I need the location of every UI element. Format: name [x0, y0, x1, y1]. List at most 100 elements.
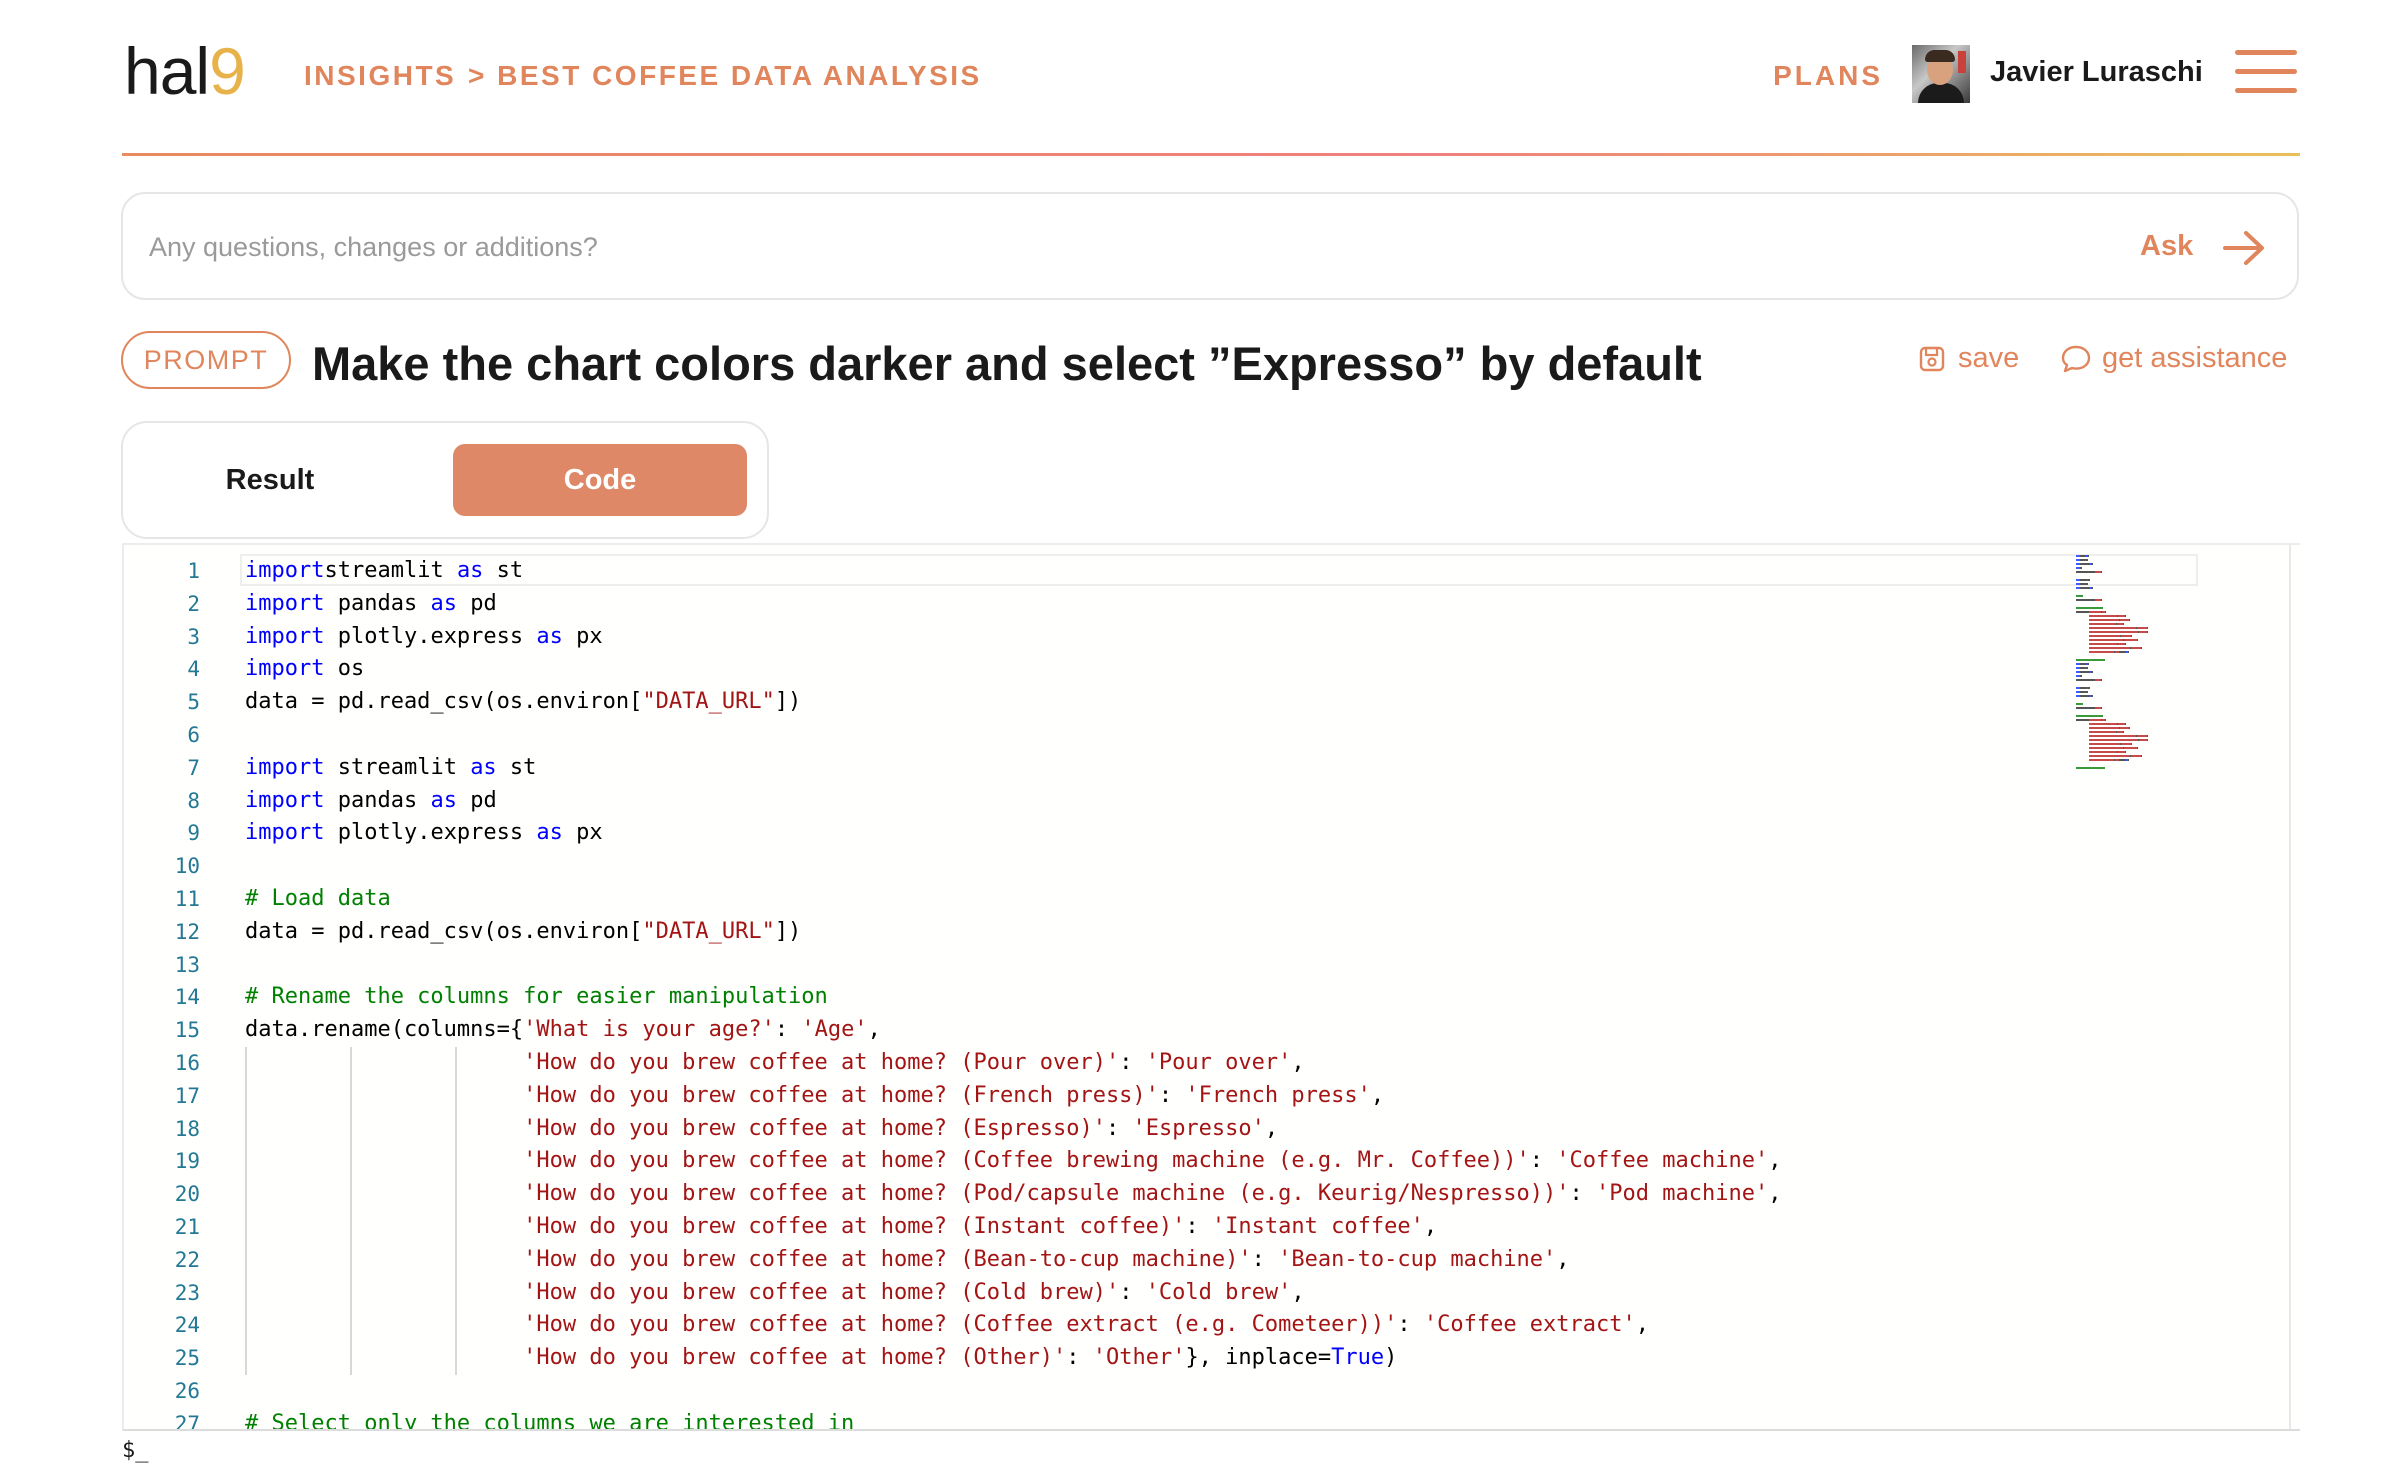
line-number: 10 — [174, 854, 200, 879]
minimap-line — [2089, 719, 2101, 721]
code-text: 'How do you brew coffee at home? (Instan… — [523, 1213, 1438, 1239]
breadcrumb-insights[interactable]: INSIGHTS — [304, 60, 456, 92]
code-text: import os — [245, 656, 365, 682]
user-avatar[interactable] — [1912, 45, 1970, 103]
code-line: 23 'How do you brew coffee at home? (Col… — [124, 1277, 1305, 1310]
minimap-line — [2080, 671, 2090, 673]
code-line: 6 — [124, 719, 200, 752]
minimap-line — [2076, 719, 2089, 721]
code-line: 25 'How do you brew coffee at home? (Oth… — [124, 1342, 1398, 1375]
minimap-line — [2128, 759, 2129, 761]
code-text: 'How do you brew coffee at home? (French… — [523, 1082, 1385, 1108]
minimap-line — [2089, 747, 2123, 749]
line-number: 9 — [187, 821, 200, 846]
code-line: 7 import streamlit as st — [124, 752, 536, 785]
minimap-line — [2123, 623, 2124, 625]
line-number: 7 — [187, 755, 200, 780]
code-line: 9 import plotly.express as px — [124, 817, 602, 850]
code-text: 'How do you brew coffee at home? (Pour o… — [523, 1049, 1305, 1075]
get-assistance-button[interactable]: get assistance — [2060, 342, 2287, 375]
tab-result[interactable]: Result — [145, 444, 395, 516]
minimap-line — [2087, 663, 2089, 665]
breadcrumb-current-page[interactable]: > BEST COFFEE DATA ANALYSIS — [468, 60, 982, 92]
minimap-line — [2118, 643, 2125, 645]
minimap-line — [2147, 627, 2148, 629]
code-text: 'How do you brew coffee at home? (Cold b… — [523, 1279, 1305, 1305]
minimap-line — [2076, 767, 2105, 769]
arrow-right-icon[interactable] — [2221, 228, 2267, 268]
view-tabs: Result Code — [121, 421, 769, 539]
minimap-line — [2089, 759, 2114, 761]
minimap-line — [2080, 579, 2087, 581]
code-editor[interactable]: 1 importstreamlit as st 2 import pandas as … — [122, 543, 2300, 1431]
line-number: 17 — [174, 1083, 200, 1108]
ask-input[interactable] — [147, 222, 2131, 272]
minimap-line — [2076, 595, 2083, 597]
code-line: 14 # Rename the columns for easier manipu… — [124, 981, 828, 1014]
line-number: 11 — [174, 886, 200, 911]
minimap-line — [2118, 615, 2125, 617]
line-number: 5 — [187, 690, 200, 715]
code-line: 27 # Select only the columns we are inter… — [124, 1408, 855, 1429]
minimap-line — [2125, 615, 2126, 617]
minimap-line — [2088, 687, 2090, 689]
vertical-scrollbar[interactable] — [2289, 545, 2291, 1429]
line-number: 15 — [174, 1018, 200, 1043]
indent-guide — [455, 1047, 457, 1375]
code-text: import streamlit as st — [245, 754, 537, 780]
minimap-line — [2137, 735, 2147, 737]
minimap-line — [2076, 607, 2103, 609]
minimap-line — [2147, 739, 2148, 741]
line-number: 18 — [174, 1116, 200, 1141]
minimap-line — [2080, 695, 2090, 697]
minimap-line — [2131, 635, 2132, 637]
minimap-line — [2089, 631, 2138, 633]
code-line: 8 import pandas as pd — [124, 785, 496, 818]
code-text: 'How do you brew coffee at home? (Pod/ca… — [523, 1181, 1782, 1207]
minimap-line — [2086, 583, 2088, 585]
ask-button[interactable]: Ask — [2140, 230, 2193, 263]
minimap-line — [2101, 679, 2102, 681]
code-line: 13 — [124, 949, 200, 982]
tab-code[interactable]: Code — [453, 444, 747, 516]
save-button[interactable]: save — [1918, 342, 2019, 375]
line-number: 12 — [174, 919, 200, 944]
code-minimap[interactable] — [2076, 551, 2288, 791]
code-text: import plotly.express as px — [245, 820, 603, 846]
save-label: save — [1958, 342, 2020, 374]
minimap-line — [2101, 707, 2102, 709]
hal9-logo[interactable]: hal9 — [124, 38, 246, 104]
minimap-line — [2125, 643, 2126, 645]
minimap-line — [2137, 747, 2138, 749]
code-text: data.rename(columns={'What is your age?'… — [245, 1017, 881, 1043]
minimap-line — [2131, 743, 2132, 745]
plans-link[interactable]: PLANS — [1773, 60, 1883, 92]
code-line: 1 importstreamlit as st — [124, 555, 523, 588]
minimap-line — [2123, 731, 2124, 733]
code-line: 11 # Load data — [124, 883, 391, 916]
get-assistance-label: get assistance — [2102, 342, 2288, 374]
line-number: 3 — [187, 624, 200, 649]
line-number: 21 — [174, 1214, 200, 1239]
user-name[interactable]: Javier Luraschi — [1990, 56, 2203, 89]
indent-guide — [245, 1047, 247, 1375]
hamburger-menu-icon[interactable] — [2235, 46, 2297, 96]
minimap-line — [2118, 751, 2125, 753]
minimap-line — [2089, 615, 2117, 617]
minimap-line — [2147, 735, 2148, 737]
code-text: importstreamlit as st — [245, 558, 524, 583]
code-line: 18 'How do you brew coffee at home? (Esp… — [124, 1113, 1278, 1146]
code-line: 17 'How do you brew coffee at home? (Fre… — [124, 1080, 1384, 1113]
minimap-line — [2131, 755, 2141, 757]
minimap-line — [2141, 755, 2142, 757]
minimap-line — [2125, 751, 2126, 753]
minimap-line — [2125, 723, 2126, 725]
minimap-line — [2080, 587, 2090, 589]
minimap-line — [2105, 719, 2106, 721]
minimap-line — [2141, 647, 2142, 649]
minimap-line — [2080, 563, 2090, 565]
header-divider — [122, 153, 2300, 156]
terminal-prompt[interactable]: $_ — [122, 1438, 149, 1463]
minimap-line — [2089, 735, 2136, 737]
code-text: # Load data — [245, 885, 391, 911]
